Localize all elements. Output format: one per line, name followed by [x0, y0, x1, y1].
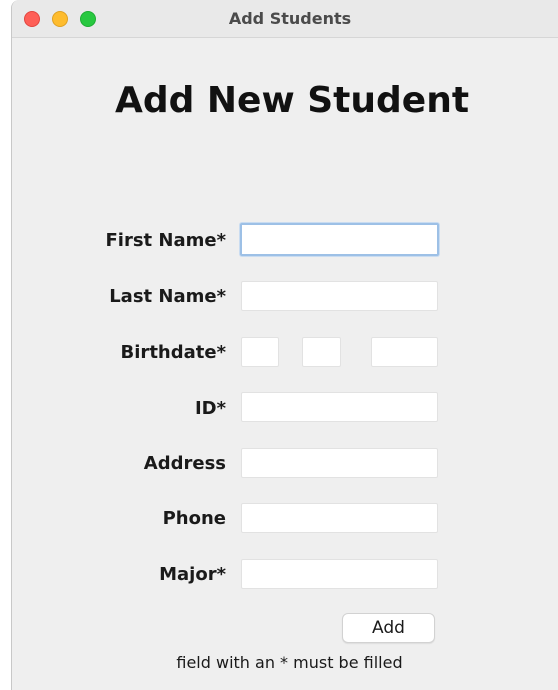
required-fields-note: field with an * must be filled: [176, 653, 403, 672]
window-title: Add Students: [228, 9, 352, 28]
last-name-field[interactable]: [241, 281, 438, 311]
first-name-label: First Name*: [105, 230, 226, 251]
birthdate-month-field[interactable]: [302, 337, 341, 367]
add-students-window: Add Students Add New Student First Name*…: [11, 0, 558, 690]
major-label: Major*: [159, 564, 226, 585]
phone-field[interactable]: [241, 503, 438, 533]
address-label: Address: [143, 453, 226, 474]
id-field[interactable]: [241, 392, 438, 422]
birthdate-label: Birthdate*: [120, 342, 226, 363]
birthdate-year-field[interactable]: [371, 337, 438, 367]
birthdate-day-field[interactable]: [241, 337, 279, 367]
add-button[interactable]: Add: [342, 613, 435, 643]
first-name-field[interactable]: [240, 223, 439, 256]
last-name-label: Last Name*: [109, 286, 226, 307]
id-label: ID*: [194, 398, 226, 419]
address-field[interactable]: [241, 448, 438, 478]
phone-label: Phone: [162, 508, 226, 529]
page-title: Add New Student: [114, 80, 470, 121]
title-bar[interactable]: Add Students: [12, 0, 558, 38]
major-field[interactable]: [241, 559, 438, 589]
